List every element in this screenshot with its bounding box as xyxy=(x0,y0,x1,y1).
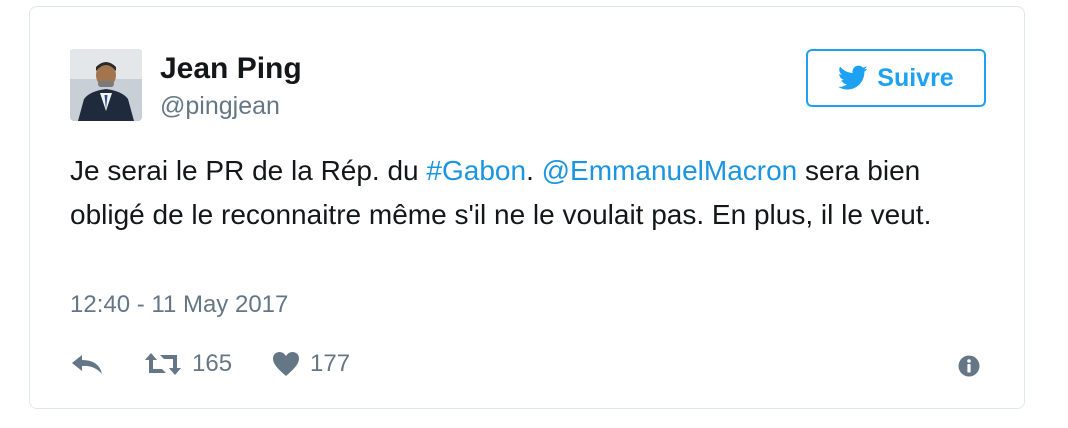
follow-button[interactable]: Suivre xyxy=(806,49,986,107)
avatar[interactable] xyxy=(70,49,142,121)
user-name[interactable]: Jean Ping xyxy=(160,51,302,87)
tweet-actions: 165 177 xyxy=(70,347,350,381)
mention-link[interactable]: @EmmanuelMacron xyxy=(542,155,798,186)
tweet-timestamp[interactable]: 12:40 - 11 May 2017 xyxy=(70,290,288,320)
profile-photo xyxy=(70,49,142,121)
tweet-text: Je serai le PR de la Rép. du #Gabon. @Em… xyxy=(70,149,980,237)
follow-button-label: Suivre xyxy=(877,63,954,92)
user-handle[interactable]: @pingjean xyxy=(160,91,280,121)
info-icon[interactable] xyxy=(958,355,980,377)
retweet-icon xyxy=(145,353,181,375)
tweet-text-part-1: Je serai le PR de la Rép. du xyxy=(70,155,427,186)
reply-icon xyxy=(72,355,102,374)
like-button[interactable]: 177 xyxy=(272,350,350,378)
like-count: 177 xyxy=(310,350,351,377)
tweet-card: Jean Ping @pingjean Suivre Je serai le P… xyxy=(29,6,1025,409)
heart-icon xyxy=(273,352,300,376)
retweet-button[interactable]: 165 xyxy=(144,350,232,378)
tweet-text-part-2: . xyxy=(526,155,542,186)
hashtag-link[interactable]: #Gabon xyxy=(426,155,526,186)
reply-button[interactable] xyxy=(70,352,104,376)
retweet-count: 165 xyxy=(192,350,233,377)
twitter-bird-icon xyxy=(838,65,868,91)
